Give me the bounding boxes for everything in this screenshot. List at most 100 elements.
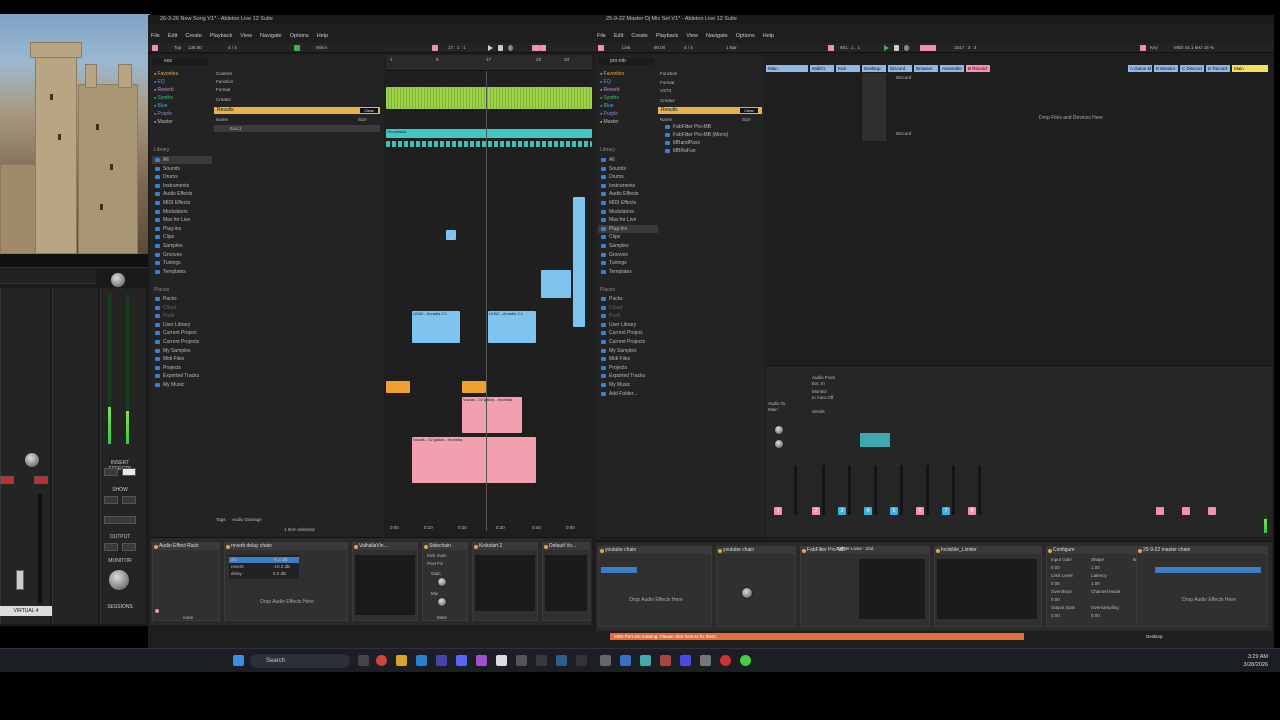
return-number-a[interactable] — [1156, 507, 1164, 515]
collection-favorites-right[interactable]: Favorites — [600, 70, 625, 78]
track-number-2[interactable]: 2 — [812, 507, 820, 515]
device-invisible-limiter[interactable]: Invisible_Limiter — [934, 546, 1042, 627]
place-midi-files-right[interactable]: Midi Files — [600, 355, 645, 364]
device-default-vocal[interactable]: Default Vo... — [542, 542, 590, 621]
track-number-6[interactable]: 6 — [916, 507, 924, 515]
track-header-desktop[interactable]: Desktop — [862, 65, 886, 72]
clip-cyan-track[interactable] — [386, 141, 592, 147]
library-all-right[interactable]: All — [600, 156, 638, 165]
browser-search-input-right[interactable]: pro-mb — [598, 58, 654, 65]
collection-reverb[interactable]: Reverb — [154, 86, 178, 94]
loop-icon-right[interactable] — [920, 45, 936, 51]
ua-insert-btn-1[interactable] — [104, 468, 118, 476]
meter-field[interactable]: 4 / 4 — [228, 45, 237, 50]
chrome-icon[interactable] — [376, 655, 387, 666]
clear-button[interactable]: Clear — [360, 108, 378, 113]
document-icon[interactable] — [496, 655, 507, 666]
ua-monitor-knob[interactable] — [108, 569, 130, 591]
library-drums-right[interactable]: Drums — [600, 173, 638, 182]
steam-icon[interactable] — [600, 655, 611, 666]
fader-track-6[interactable] — [926, 465, 929, 515]
valhalla-ui[interactable] — [355, 555, 415, 615]
clip-blue-small-2[interactable] — [541, 270, 571, 298]
fader-track-4[interactable] — [874, 465, 877, 515]
library-all[interactable]: All — [154, 156, 192, 165]
result-mbandpass[interactable]: MBandPass — [664, 139, 728, 147]
media-icon[interactable] — [660, 655, 671, 666]
menu-navigate[interactable]: Navigate — [260, 33, 282, 39]
place-push[interactable]: Push — [154, 312, 199, 321]
terminal-icon[interactable] — [576, 655, 587, 666]
return-number-c[interactable] — [1208, 507, 1216, 515]
clip-lead-2[interactable]: LEAD - Arcadia 2.1 — [488, 311, 536, 343]
place-cloud[interactable]: Cloud — [154, 304, 199, 313]
menu-help[interactable]: Help — [317, 33, 328, 39]
library-sounds-right[interactable]: Sounds — [600, 165, 638, 174]
place-push-right[interactable]: Push — [600, 312, 645, 321]
place-projects-right[interactable]: Projects — [600, 364, 645, 373]
return-number-b[interactable] — [1182, 507, 1190, 515]
arrangement-record-icon[interactable] — [432, 45, 438, 51]
clip-lead-1[interactable]: LEAD - Arcadia 2.1 — [412, 311, 460, 343]
widgets-icon[interactable] — [358, 655, 369, 666]
taskbar-search[interactable]: Search — [250, 654, 350, 668]
track-header-discord[interactable]: Discord — [888, 65, 912, 72]
stop-icon-right[interactable] — [894, 45, 899, 51]
menu-create-right[interactable]: Create — [631, 33, 648, 39]
clip-green-track[interactable] — [386, 87, 592, 109]
status-desktop[interactable]: Desktop — [1146, 634, 1163, 639]
discord-icon[interactable] — [456, 655, 467, 666]
start-icon[interactable] — [233, 655, 244, 666]
tempo-field[interactable]: 138.00 — [188, 45, 202, 50]
device-youtube-chain[interactable]: youtube chain Drop Audio Effects Here — [598, 546, 712, 627]
record-icon[interactable] — [508, 45, 513, 51]
clip-orange-2[interactable] — [462, 381, 486, 393]
clip-discord-1[interactable]: Discord — [896, 75, 911, 80]
ua-show-btn-2[interactable] — [122, 496, 136, 504]
purple-app-icon[interactable] — [476, 655, 487, 666]
collection-synths-right[interactable]: Synths — [600, 94, 624, 102]
menu-edit-right[interactable]: Edit — [614, 33, 623, 39]
device-tighter-lows[interactable]: Tighter Lows - Zed — [828, 546, 910, 627]
position-field-right[interactable]: 651 . 1 . 1 — [840, 45, 860, 50]
menu-options[interactable]: Options — [290, 33, 309, 39]
library-audio-effects-right[interactable]: Audio Effects — [600, 190, 638, 199]
filter-format-right[interactable]: Format — [660, 80, 674, 85]
return-track-d[interactable]: D Record — [1206, 65, 1230, 72]
place-packs[interactable]: Packs — [154, 295, 199, 304]
library-modulators-right[interactable]: Modulators — [600, 208, 638, 217]
link-icon-right[interactable] — [598, 45, 604, 51]
play-icon-right[interactable] — [884, 45, 889, 51]
link-button[interactable]: Link — [622, 45, 630, 50]
device-audio-effect-rack[interactable]: Audio Effect Rack none — [152, 542, 220, 621]
device-kickstart[interactable]: Kickstart 2 — [472, 542, 538, 621]
mail-icon[interactable] — [620, 655, 631, 666]
filter-function[interactable]: Function — [216, 79, 233, 84]
library-grooves-right[interactable]: Grooves — [600, 251, 638, 260]
return-track-c[interactable]: C Discord — [1180, 65, 1204, 72]
main-track-header[interactable]: Main — [1232, 65, 1268, 72]
place-user-library-right[interactable]: User Library — [600, 321, 645, 330]
device-master-chain[interactable]: 25-9-22 master chain Drop Audio Effects … — [1136, 546, 1268, 627]
loop-icon[interactable] — [532, 45, 540, 51]
teams-icon[interactable] — [640, 655, 651, 666]
menu-view[interactable]: View — [240, 33, 252, 39]
library-samples-right[interactable]: Samples — [600, 242, 638, 251]
library-templates[interactable]: Templates — [154, 268, 192, 277]
tool-icon[interactable] — [700, 655, 711, 666]
library-plugins[interactable]: Plug-ins — [154, 225, 192, 234]
track-header-record[interactable]: B Record — [966, 65, 990, 72]
monitor-auto-off[interactable]: In Auto Off — [812, 395, 833, 400]
library-drums[interactable]: Drums — [154, 173, 192, 182]
fader-track-8[interactable] — [978, 465, 981, 515]
menu-create[interactable]: Create — [185, 33, 202, 39]
collection-purple[interactable]: Purple — [154, 110, 178, 118]
key-label[interactable]: Key — [1150, 45, 1158, 50]
library-clips-right[interactable]: Clips — [600, 233, 638, 242]
device-valhalla[interactable]: ValhallaVin... — [352, 542, 418, 621]
default-vocal-ui[interactable] — [545, 555, 587, 611]
ua-show-btn-1[interactable] — [104, 496, 118, 504]
track-number-5[interactable]: 5 — [890, 507, 898, 515]
library-grooves[interactable]: Grooves — [154, 251, 192, 260]
stop-icon[interactable] — [498, 45, 503, 51]
